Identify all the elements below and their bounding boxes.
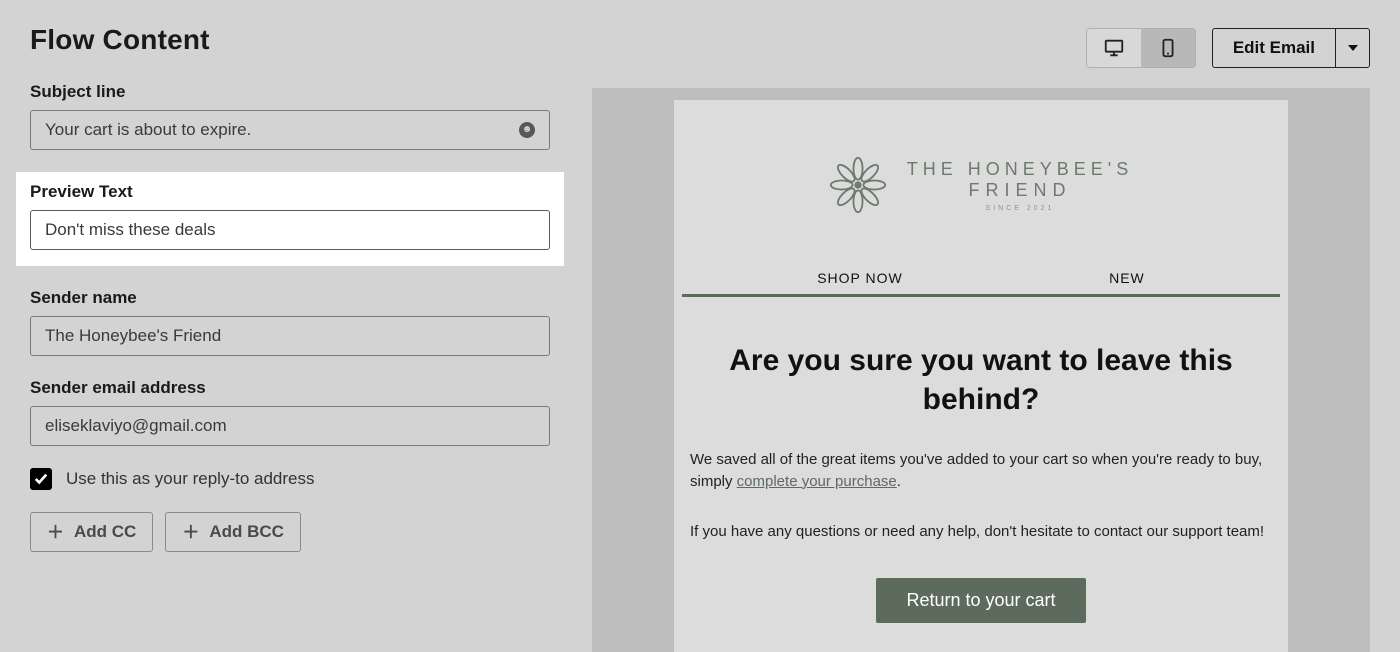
cc-bcc-row: ＋ Add CC ＋ Add BCC (30, 512, 562, 552)
preview-text-label: Preview Text (30, 182, 550, 202)
subject-line-group: Subject line Your cart is about to expir… (30, 82, 562, 150)
add-bcc-button[interactable]: ＋ Add BCC (165, 512, 301, 552)
complete-purchase-link[interactable]: complete your purchase (737, 473, 897, 490)
email-logo: THE HONEYBEE'S FRIEND SINCE 2021 (674, 100, 1288, 270)
preview-text-value: Don't miss these deals (45, 220, 535, 240)
sender-name-label: Sender name (30, 288, 562, 308)
nav-new[interactable]: NEW (1109, 270, 1145, 286)
sender-email-value: eliseklaviyo@gmail.com (45, 416, 535, 436)
preview-text-group: Preview Text Don't miss these deals (16, 172, 564, 266)
email-body-p1-tail: . (897, 473, 901, 490)
emoji-picker-icon[interactable]: ☻ (519, 122, 535, 138)
email-body-p2: If you have any questions or need any he… (690, 521, 1272, 543)
brand-line1: THE HONEYBEE'S (907, 159, 1133, 180)
add-cc-label: Add CC (74, 522, 136, 542)
email-preview-frame: THE HONEYBEE'S FRIEND SINCE 2021 SHOP NO… (592, 88, 1370, 652)
flower-icon (829, 156, 887, 214)
email-body: We saved all of the great items you've a… (674, 449, 1288, 542)
mobile-view-button[interactable] (1141, 29, 1195, 67)
edit-email-label: Edit Email (1233, 38, 1315, 58)
brand-since: SINCE 2021 (907, 205, 1133, 212)
sender-email-label: Sender email address (30, 378, 562, 398)
cta-row: Return to your cart (674, 570, 1288, 623)
subject-line-label: Subject line (30, 82, 562, 102)
email-canvas: THE HONEYBEE'S FRIEND SINCE 2021 SHOP NO… (674, 100, 1288, 652)
device-toggle (1086, 28, 1196, 68)
subject-line-input[interactable]: Your cart is about to expire. ☻ (30, 110, 550, 150)
preview-panel: Edit Email (592, 0, 1400, 652)
email-nav: SHOP NOW NEW (674, 270, 1288, 294)
add-cc-button[interactable]: ＋ Add CC (30, 512, 153, 552)
check-icon (34, 472, 48, 486)
page-title: Flow Content (30, 24, 562, 56)
sender-name-input[interactable]: The Honeybee's Friend (30, 316, 550, 356)
email-headline: Are you sure you want to leave this behi… (674, 297, 1288, 449)
preview-text-input[interactable]: Don't miss these deals (30, 210, 550, 250)
edit-email-button[interactable]: Edit Email (1212, 28, 1336, 68)
reply-to-label: Use this as your reply-to address (66, 469, 315, 489)
email-body-p1: We saved all of the great items you've a… (690, 449, 1272, 493)
sender-email-input[interactable]: eliseklaviyo@gmail.com (30, 406, 550, 446)
sender-email-group: Sender email address eliseklaviyo@gmail.… (30, 378, 562, 446)
add-bcc-label: Add BCC (209, 522, 284, 542)
editor-panel: Flow Content Subject line Your cart is a… (0, 0, 592, 652)
edit-email-group: Edit Email (1212, 28, 1370, 68)
plus-icon: ＋ (47, 524, 64, 541)
preview-toolbar: Edit Email (1086, 28, 1370, 68)
chevron-down-icon (1348, 45, 1358, 51)
desktop-view-button[interactable] (1087, 29, 1141, 67)
subject-line-value: Your cart is about to expire. (45, 120, 519, 140)
brand-text: THE HONEYBEE'S FRIEND SINCE 2021 (907, 159, 1133, 212)
edit-email-dropdown[interactable] (1336, 28, 1370, 68)
reply-to-row: Use this as your reply-to address (30, 468, 562, 490)
desktop-icon (1103, 37, 1125, 59)
nav-shop[interactable]: SHOP NOW (817, 270, 903, 286)
mobile-icon (1157, 37, 1179, 59)
reply-to-checkbox[interactable] (30, 468, 52, 490)
sender-name-group: Sender name The Honeybee's Friend (30, 288, 562, 356)
return-to-cart-button[interactable]: Return to your cart (876, 578, 1085, 623)
sender-name-value: The Honeybee's Friend (45, 326, 535, 346)
plus-icon: ＋ (182, 524, 199, 541)
brand-line2: FRIEND (907, 180, 1133, 201)
